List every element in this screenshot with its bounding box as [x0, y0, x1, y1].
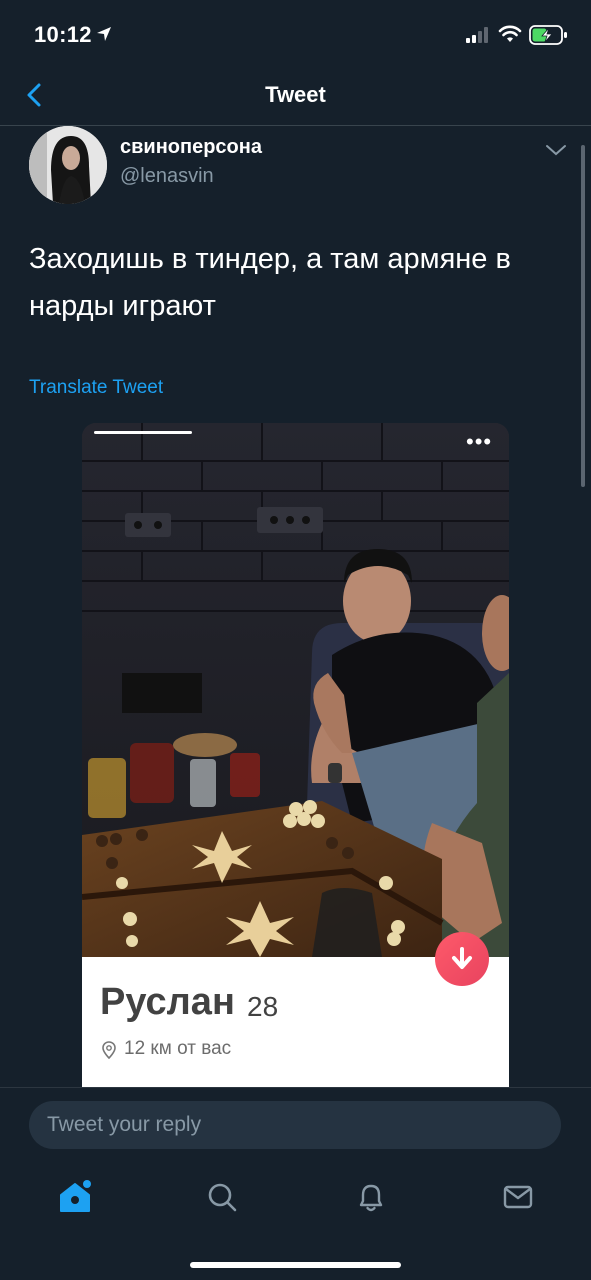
home-indicator[interactable]	[190, 1262, 401, 1268]
author-handle[interactable]: @lenasvin	[120, 165, 214, 188]
cellular-signal-icon	[466, 27, 488, 43]
reply-input[interactable]: Tweet your reply	[29, 1101, 561, 1149]
home-icon	[60, 1180, 91, 1212]
expand-profile-button[interactable]	[435, 932, 489, 986]
profile-age: 28	[247, 991, 279, 1022]
tab-home[interactable]	[55, 1177, 95, 1217]
avatar[interactable]	[29, 126, 107, 204]
location-pin-icon	[102, 1041, 116, 1059]
battery-charging-icon	[529, 25, 567, 45]
page-title: Tweet	[265, 82, 326, 107]
translate-tweet-link[interactable]: Translate Tweet	[29, 377, 163, 399]
profile-name: Руслан	[100, 981, 235, 1023]
tweet-media[interactable]: ••• Руслан 28 12 км от вас	[82, 423, 509, 1087]
arrow-down-icon	[452, 947, 472, 969]
profile-distance: 12 км от вас	[124, 1038, 232, 1059]
profile-photo	[82, 423, 509, 957]
notifications-icon	[359, 1184, 383, 1212]
status-time: 10:12	[34, 22, 92, 47]
tab-bar	[0, 1157, 591, 1280]
tab-notifications[interactable]	[351, 1177, 391, 1217]
tweet-text: Заходишь в тиндер, а там армяне в нарды …	[29, 243, 511, 322]
location-arrow-icon	[97, 27, 111, 41]
tab-messages[interactable]	[498, 1177, 538, 1217]
scrollbar[interactable]	[581, 145, 585, 487]
nav-header: Tweet	[0, 70, 591, 126]
search-icon	[208, 1183, 237, 1212]
more-options-icon[interactable]: •••	[466, 431, 492, 453]
wifi-icon	[498, 25, 522, 42]
author-display-name[interactable]: свиноперсона	[120, 136, 262, 159]
tab-search[interactable]	[202, 1177, 242, 1217]
avatar-photo	[29, 126, 107, 204]
story-progress-bar	[94, 431, 192, 434]
status-bar: 10:12	[0, 0, 591, 70]
messages-icon	[503, 1185, 533, 1209]
reply-bar: Tweet your reply	[0, 1087, 591, 1157]
chevron-down-icon[interactable]	[544, 142, 568, 158]
